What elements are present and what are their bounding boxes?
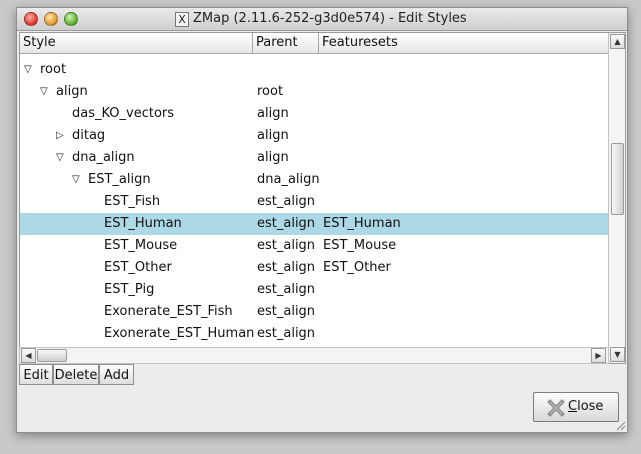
triangle-right-icon[interactable]: ▷ bbox=[56, 125, 64, 147]
window-title: ZMap (2.11.6-252-g3d0e574) - Edit Styles bbox=[193, 11, 467, 26]
add-button[interactable]: Add bbox=[99, 364, 134, 385]
style-cell: EST_Human bbox=[104, 216, 182, 231]
style-cell: dna_align bbox=[72, 150, 135, 165]
edit-styles-window: X ZMap (2.11.6-252-g3d0e574) - Edit Styl… bbox=[16, 7, 628, 433]
tree-row[interactable]: das_KO_vectors align bbox=[20, 103, 608, 125]
parent-cell: est_align bbox=[257, 304, 316, 319]
style-cell: align bbox=[56, 84, 88, 99]
featuresets-cell: EST_Other bbox=[323, 260, 391, 275]
triangle-down-icon[interactable]: ▽ bbox=[24, 59, 32, 81]
parent-cell: est_align bbox=[257, 216, 316, 231]
resize-grip-icon[interactable] bbox=[614, 419, 626, 431]
x-close-icon bbox=[547, 399, 565, 417]
style-cell: EST_Fish bbox=[104, 194, 161, 209]
close-button[interactable]: Close bbox=[533, 392, 619, 422]
x11-app-icon: X bbox=[175, 12, 189, 27]
styles-tree-view[interactable]: Style Parent Featuresets ▽ root ▽ align root… bbox=[19, 32, 626, 364]
zoom-window-button[interactable] bbox=[64, 12, 78, 26]
style-cell: EST_Other bbox=[104, 260, 172, 275]
parent-cell: est_align bbox=[257, 194, 316, 209]
parent-cell: align bbox=[257, 150, 289, 165]
scroll-down-arrow-icon[interactable]: ▼ bbox=[610, 347, 625, 362]
tree-row[interactable]: ▽ align root bbox=[20, 81, 608, 103]
scroll-right-arrow-icon[interactable]: ▶ bbox=[591, 348, 606, 363]
tree-row[interactable]: ▽ dna_align align bbox=[20, 147, 608, 169]
featuresets-cell: EST_Mouse bbox=[323, 238, 397, 253]
vertical-scrollbar[interactable]: ▲ ▼ bbox=[608, 33, 625, 363]
tree-row[interactable]: ▽ EST_align dna_align bbox=[20, 169, 608, 191]
parent-cell: root bbox=[257, 84, 284, 99]
triangle-down-icon[interactable]: ▽ bbox=[72, 169, 80, 191]
style-cell: Exonerate_EST_Human bbox=[104, 326, 255, 341]
parent-cell: est_align bbox=[257, 238, 316, 253]
style-cell: EST_align bbox=[88, 172, 151, 187]
title-bar[interactable]: X ZMap (2.11.6-252-g3d0e574) - Edit Styl… bbox=[17, 8, 627, 31]
triangle-down-icon[interactable]: ▽ bbox=[40, 81, 48, 103]
column-header-parent[interactable]: Parent bbox=[253, 33, 319, 53]
parent-cell: align bbox=[257, 106, 289, 121]
column-header-style[interactable]: Style bbox=[20, 33, 253, 53]
parent-cell: dna_align bbox=[257, 172, 320, 187]
parent-cell: align bbox=[257, 128, 289, 143]
featuresets-cell: EST_Human bbox=[323, 216, 401, 231]
tree-row[interactable]: Exonerate_EST_Human est_align bbox=[20, 323, 608, 345]
parent-cell: est_align bbox=[257, 282, 316, 297]
close-button-label: Close bbox=[568, 399, 604, 414]
tree-rows: ▽ root ▽ align root das_KO_vectors align ▷ ditag… bbox=[20, 59, 608, 345]
style-cell: das_KO_vectors bbox=[72, 106, 175, 121]
parent-cell: est_align bbox=[257, 260, 316, 275]
tree-row[interactable]: EST_Mouse est_align EST_Mouse bbox=[20, 235, 608, 257]
column-header-featuresets[interactable]: Featuresets bbox=[319, 33, 608, 53]
horizontal-scroll-thumb[interactable] bbox=[37, 349, 67, 362]
scroll-up-arrow-icon[interactable]: ▲ bbox=[610, 34, 625, 49]
scroll-left-arrow-icon[interactable]: ◀ bbox=[21, 348, 36, 363]
tree-row[interactable]: EST_Fish est_align bbox=[20, 191, 608, 213]
edit-button[interactable]: Edit bbox=[19, 364, 53, 385]
triangle-down-icon[interactable]: ▽ bbox=[56, 147, 64, 169]
tree-row[interactable]: ▽ root bbox=[20, 59, 608, 81]
tree-row[interactable]: ▷ ditag align bbox=[20, 125, 608, 147]
style-cell: root bbox=[40, 62, 67, 77]
style-cell: EST_Pig bbox=[104, 282, 155, 297]
tree-row[interactable]: Exonerate_EST_Fish est_align bbox=[20, 301, 608, 323]
column-header: Style Parent Featuresets bbox=[20, 33, 608, 54]
style-cell: Exonerate_EST_Fish bbox=[104, 304, 233, 319]
style-cell: EST_Mouse bbox=[104, 238, 178, 253]
close-window-button[interactable] bbox=[24, 12, 38, 26]
tree-row[interactable]: EST_Pig est_align bbox=[20, 279, 608, 301]
tree-row[interactable]: EST_Human est_align EST_Human bbox=[20, 213, 608, 235]
style-cell: ditag bbox=[72, 128, 106, 143]
minimize-window-button[interactable] bbox=[44, 12, 58, 26]
horizontal-scrollbar[interactable]: ◀ ▶ bbox=[19, 347, 609, 364]
tree-row[interactable]: EST_Other est_align EST_Other bbox=[20, 257, 608, 279]
delete-button[interactable]: Delete bbox=[53, 364, 99, 385]
parent-cell: est_align bbox=[257, 326, 316, 341]
vertical-scroll-thumb[interactable] bbox=[611, 143, 624, 215]
